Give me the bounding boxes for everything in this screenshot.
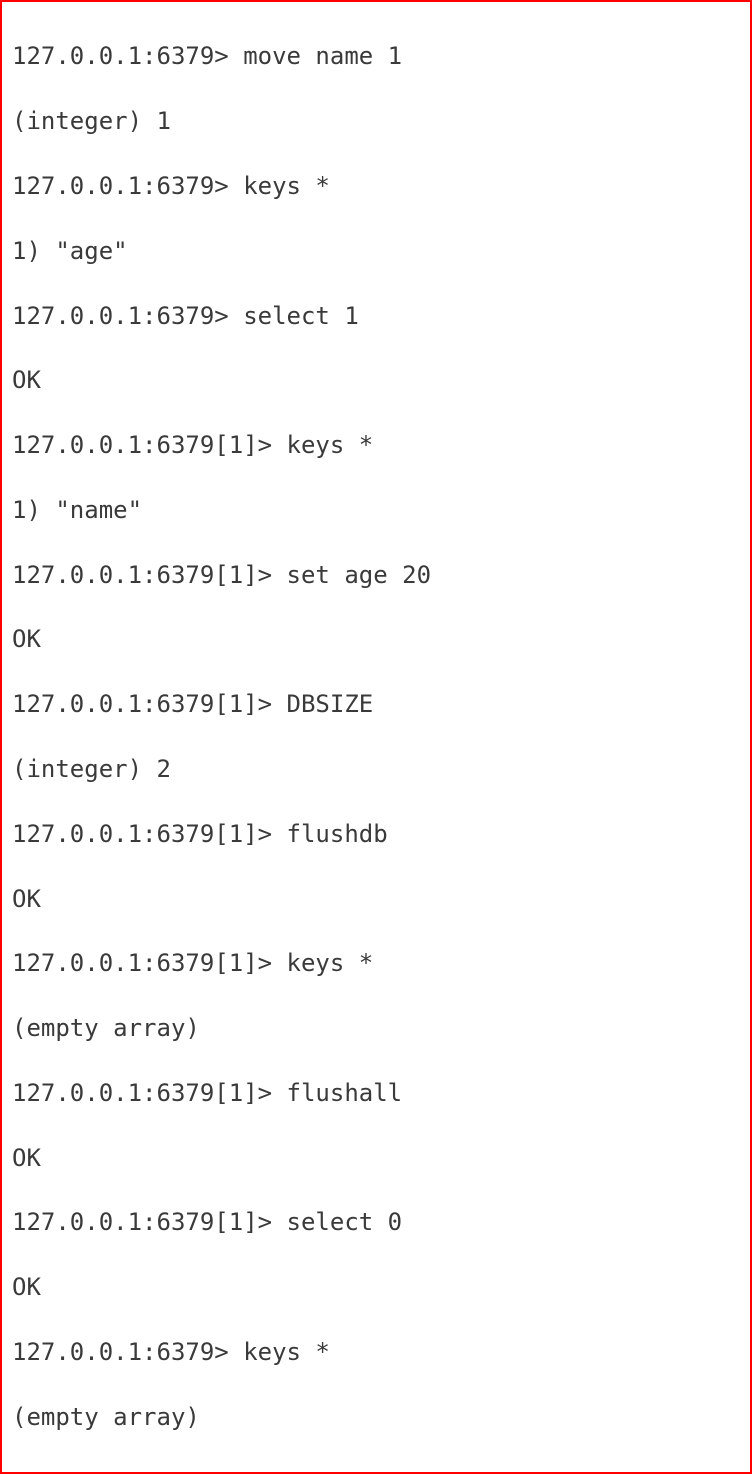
terminal-line: 127.0.0.1:6379[1]> keys * bbox=[12, 947, 740, 979]
terminal-line: 127.0.0.1:6379[1]> flushall bbox=[12, 1077, 740, 1109]
terminal-line: (empty array) bbox=[12, 1401, 740, 1433]
terminal-line: OK bbox=[12, 883, 740, 915]
terminal-line: 127.0.0.1:6379[1]> flushdb bbox=[12, 818, 740, 850]
terminal-line: OK bbox=[12, 1142, 740, 1174]
terminal-line: OK bbox=[12, 623, 740, 655]
terminal-line: 1) "age" bbox=[12, 235, 740, 267]
terminal-line: 1) "name" bbox=[12, 494, 740, 526]
terminal-line: OK bbox=[12, 364, 740, 396]
terminal-line: (integer) 1 bbox=[12, 105, 740, 137]
terminal-line: 127.0.0.1:6379[1]> select 0 bbox=[12, 1206, 740, 1238]
terminal-line: 127.0.0.1:6379[1]> keys * bbox=[12, 429, 740, 461]
terminal-line: 127.0.0.1:6379> move name 1 bbox=[12, 40, 740, 72]
terminal-line: OK bbox=[12, 1271, 740, 1303]
terminal-line: 127.0.0.1:6379> keys * bbox=[12, 1336, 740, 1368]
terminal-line: 127.0.0.1:6379[1]> DBSIZE bbox=[12, 688, 740, 720]
terminal-line: (integer) 2 bbox=[12, 753, 740, 785]
terminal-line: 127.0.0.1:6379> select 1 bbox=[12, 300, 740, 332]
terminal-line: (empty array) bbox=[12, 1012, 740, 1044]
terminal-line: 127.0.0.1:6379> keys * bbox=[12, 170, 740, 202]
terminal-line: 127.0.0.1:6379[1]> set age 20 bbox=[12, 559, 740, 591]
